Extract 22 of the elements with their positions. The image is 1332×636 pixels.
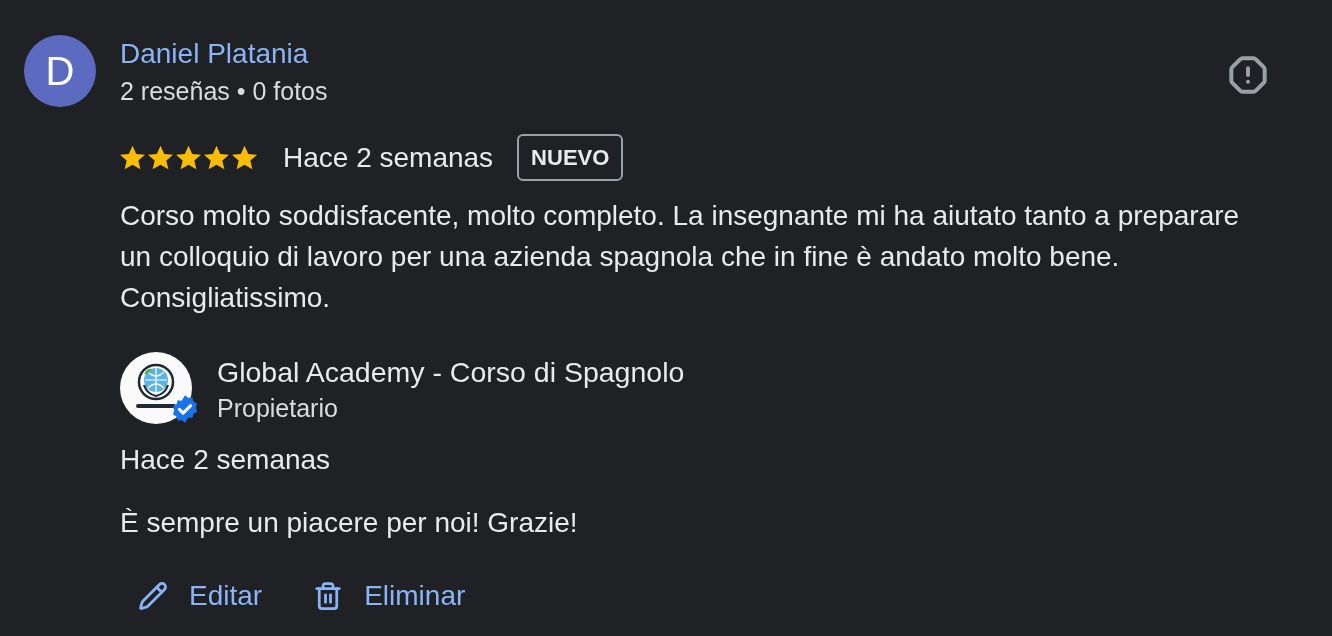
reply-text: È sempre un piacere per noi! Grazie! <box>120 506 578 540</box>
user-avatar: D <box>24 35 96 107</box>
owner-role: Propietario <box>217 393 338 423</box>
edit-button[interactable]: Editar <box>120 572 279 620</box>
star-icon <box>232 145 257 170</box>
review-text: Corso molto soddisfacente, molto completo. La insegnante mi ha aiutato tanto a preparare un colloquio di lavoro per una azienda spagnola che in fine è andato molto bene. Consigliatissimo. <box>120 199 1241 315</box>
star-icon <box>204 145 229 170</box>
star-icon <box>120 145 145 170</box>
review-time: Hace 2 semanas <box>283 140 494 175</box>
reviewer-name[interactable]: Daniel Platania <box>120 38 309 70</box>
pencil-icon <box>138 581 168 611</box>
reply-time: Hace 2 semanas <box>120 443 331 477</box>
new-badge: NUEVO <box>517 134 624 181</box>
star-icon <box>176 145 201 170</box>
warning-octagon-icon <box>1228 55 1268 95</box>
trash-icon <box>313 581 344 611</box>
star-icon <box>148 145 173 170</box>
report-button[interactable] <box>1228 55 1268 95</box>
reviewer-stats: 2 reseñas • 0 fotos <box>120 76 328 106</box>
delete-button[interactable]: Eliminar <box>295 572 482 620</box>
globe-logo-icon <box>120 352 192 424</box>
owner-name: Global Academy - Corso di Spagnolo <box>217 356 685 388</box>
